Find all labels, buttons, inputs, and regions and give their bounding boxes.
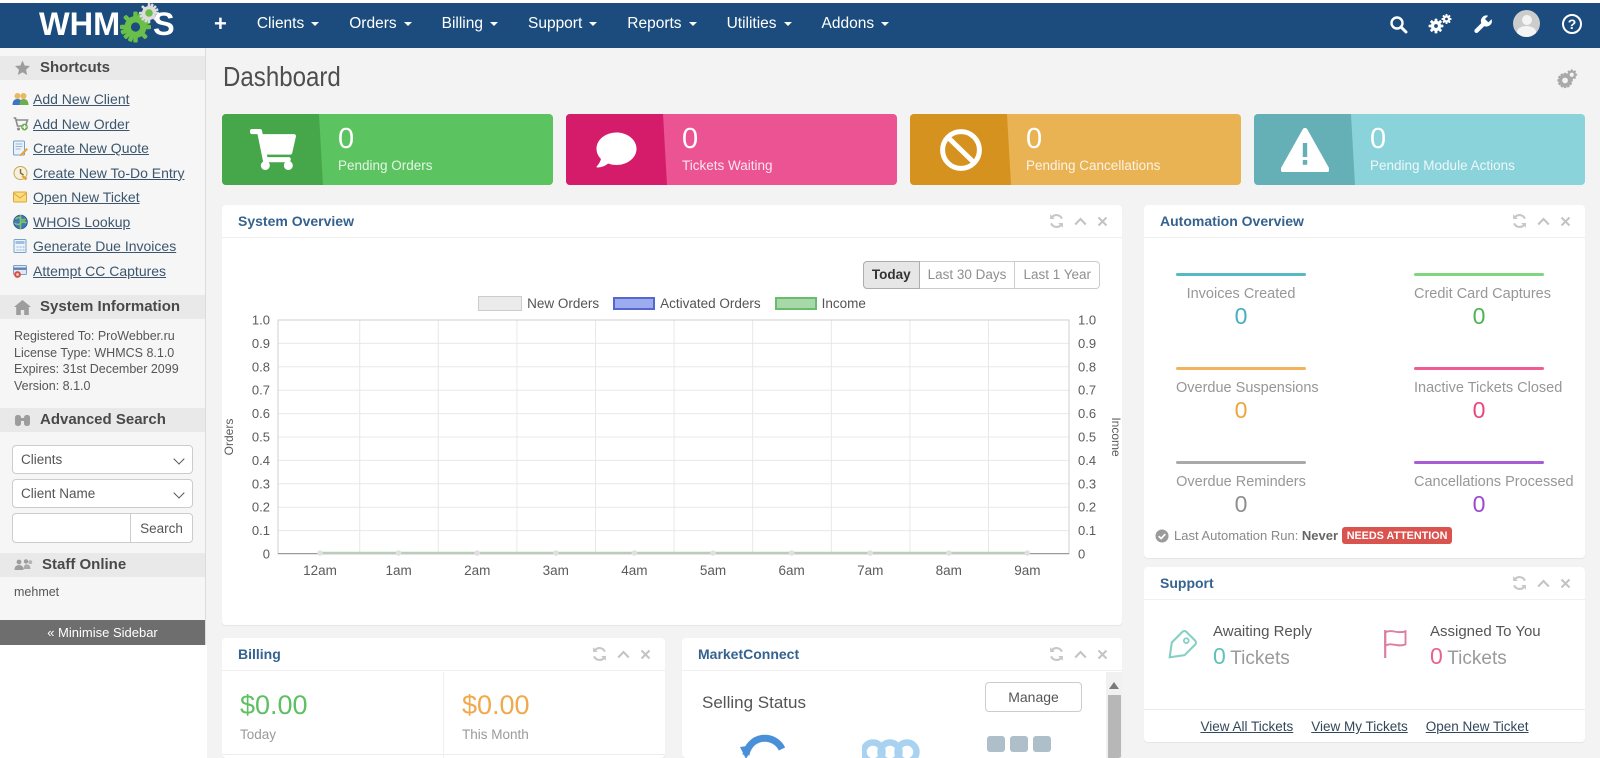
svg-text:5am: 5am (700, 563, 726, 578)
svg-text:9am: 9am (1014, 563, 1040, 578)
svg-text:1.0: 1.0 (252, 315, 270, 328)
svg-text:0.4: 0.4 (252, 453, 270, 468)
svg-text:0.7: 0.7 (252, 383, 270, 398)
svg-text:0.9: 0.9 (1078, 336, 1096, 351)
svg-text:0.3: 0.3 (1078, 476, 1096, 491)
svg-text:Income: Income (1109, 417, 1122, 457)
svg-text:0: 0 (1078, 547, 1085, 562)
svg-text:1.0: 1.0 (1078, 315, 1096, 328)
svg-text:0.4: 0.4 (1078, 453, 1096, 468)
svg-text:0.6: 0.6 (252, 406, 270, 421)
svg-text:1am: 1am (385, 563, 411, 578)
svg-text:S: S (153, 6, 175, 42)
svg-text:0.3: 0.3 (252, 476, 270, 491)
svg-text:7am: 7am (857, 563, 883, 578)
svg-text:0.1: 0.1 (252, 523, 270, 538)
svg-text:0.6: 0.6 (1078, 406, 1096, 421)
svg-text:0.9: 0.9 (252, 336, 270, 351)
svg-text:Orders: Orders (222, 419, 236, 456)
svg-text:0.5: 0.5 (1078, 430, 1096, 445)
svg-text:6am: 6am (778, 563, 804, 578)
svg-text:3am: 3am (543, 563, 569, 578)
svg-text:0.7: 0.7 (1078, 383, 1096, 398)
svg-text:4am: 4am (621, 563, 647, 578)
svg-text:0.8: 0.8 (252, 359, 270, 374)
svg-text:2am: 2am (464, 563, 490, 578)
svg-text:WHM: WHM (39, 6, 120, 42)
svg-text:0: 0 (263, 547, 270, 562)
svg-text:8am: 8am (936, 563, 962, 578)
svg-text:12am: 12am (303, 563, 337, 578)
svg-text:0.1: 0.1 (1078, 523, 1096, 538)
svg-text:0.8: 0.8 (1078, 359, 1096, 374)
svg-text:0.5: 0.5 (252, 430, 270, 445)
svg-text:0.2: 0.2 (1078, 500, 1096, 515)
svg-text:0.2: 0.2 (252, 500, 270, 515)
